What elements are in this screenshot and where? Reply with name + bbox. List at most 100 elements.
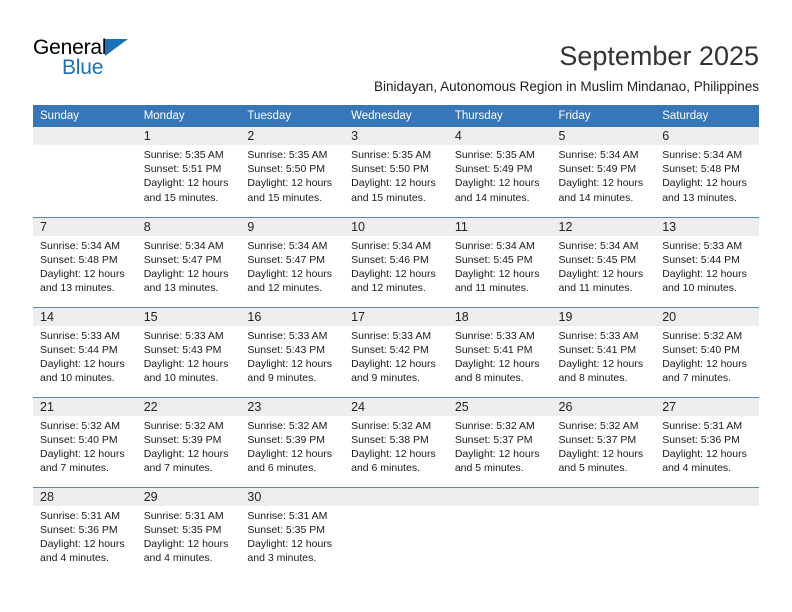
sunrise-text: Sunrise: 5:34 AM <box>558 239 639 252</box>
calendar-day-cell[interactable]: 22 Sunrise: 5:32 AM Sunset: 5:39 PM Dayligh… <box>136 396 241 487</box>
calendar-day-cell[interactable]: 16 Sunrise: 5:33 AM Sunset: 5:43 PM Dayligh… <box>240 306 345 397</box>
day-number <box>655 487 759 506</box>
sunset-text: Sunset: 5:45 PM <box>454 253 533 266</box>
daylight-text-line1: Daylight: 12 hours <box>247 267 333 280</box>
calendar-day-cell[interactable]: 27 Sunrise: 5:31 AM Sunset: 5:36 PM Dayligh… <box>655 396 759 487</box>
calendar-day: 3 Sunrise: 5:35 AM Sunset: 5:50 PM Daylight… <box>344 127 448 216</box>
sunset-text: Sunset: 5:46 PM <box>351 253 429 266</box>
daylight-text-line2: and 14 minutes. <box>454 191 530 204</box>
day-number: 19 <box>551 307 656 326</box>
sunrise-text: Sunrise: 5:31 AM <box>40 509 120 522</box>
daylight-text-line2: and 13 minutes. <box>40 282 115 295</box>
calendar-day-cell[interactable] <box>344 486 448 577</box>
calendar-day-cell[interactable]: 24 Sunrise: 5:32 AM Sunset: 5:38 PM Dayligh… <box>344 396 448 487</box>
sunset-text: Sunset: 5:50 PM <box>247 163 326 176</box>
daylight-text-line2: and 6 minutes. <box>247 462 317 475</box>
calendar-day-cell[interactable]: 10 Sunrise: 5:34 AM Sunset: 5:46 PM Dayligh… <box>344 216 448 307</box>
daylight-text-line2: and 10 minutes. <box>143 372 219 385</box>
daylight-text-line2: and 4 minutes. <box>662 462 732 475</box>
weekday-header-sunday: Sunday <box>33 105 137 127</box>
daylight-text-line1: Daylight: 12 hours <box>454 447 540 460</box>
sunrise-text: Sunrise: 5:32 AM <box>351 419 432 432</box>
calendar-day-empty <box>344 487 448 577</box>
calendar-day-cell[interactable]: 25 Sunrise: 5:32 AM Sunset: 5:37 PM Dayligh… <box>447 396 552 487</box>
calendar-day: 29 Sunrise: 5:31 AM Sunset: 5:35 PM Dayligh… <box>136 487 241 577</box>
calendar-day-cell[interactable]: 4 Sunrise: 5:35 AM Sunset: 5:49 PM Daylight… <box>447 127 552 217</box>
day-details: Sunrise: 5:34 AM Sunset: 5:48 PM Daylight:… <box>33 236 137 296</box>
calendar-day-cell[interactable]: 28 Sunrise: 5:31 AM Sunset: 5:36 PM Dayligh… <box>33 486 137 577</box>
calendar-day-cell[interactable]: 19 Sunrise: 5:33 AM Sunset: 5:41 PM Dayligh… <box>551 306 656 397</box>
calendar-day-cell[interactable]: 2 Sunrise: 5:35 AM Sunset: 5:50 PM Daylight… <box>240 127 345 217</box>
day-number: 17 <box>344 307 448 326</box>
day-number: 16 <box>240 307 345 326</box>
calendar-day-cell[interactable]: 26 Sunrise: 5:32 AM Sunset: 5:37 PM Dayligh… <box>551 396 656 487</box>
sunset-text: Sunset: 5:40 PM <box>662 343 740 356</box>
calendar-day-cell[interactable]: 29 Sunrise: 5:31 AM Sunset: 5:35 PM Dayligh… <box>136 486 241 577</box>
day-details: Sunrise: 5:33 AM Sunset: 5:41 PM Daylight:… <box>552 326 656 386</box>
calendar-day-cell[interactable]: 1 Sunrise: 5:35 AM Sunset: 5:51 PM Daylight… <box>136 127 241 217</box>
calendar-day-cell[interactable]: 3 Sunrise: 5:35 AM Sunset: 5:50 PM Daylight… <box>344 127 448 217</box>
day-number: 21 <box>33 397 137 416</box>
calendar-day-cell[interactable]: 8 Sunrise: 5:34 AM Sunset: 5:47 PM Daylight… <box>136 216 241 307</box>
calendar-day-cell[interactable]: 12 Sunrise: 5:34 AM Sunset: 5:45 PM Dayligh… <box>551 216 656 307</box>
day-number: 5 <box>551 127 656 145</box>
sunrise-text: Sunrise: 5:35 AM <box>454 149 535 161</box>
sunrise-text: Sunrise: 5:32 AM <box>247 419 328 432</box>
calendar-day-cell[interactable] <box>447 486 552 577</box>
calendar-day-cell[interactable]: 6 Sunrise: 5:34 AM Sunset: 5:48 PM Daylight… <box>655 127 759 217</box>
calendar-day-cell[interactable]: 5 Sunrise: 5:34 AM Sunset: 5:49 PM Daylight… <box>551 127 656 217</box>
sunset-text: Sunset: 5:42 PM <box>351 343 429 356</box>
weekday-header-wednesday: Wednesday <box>344 105 448 127</box>
sunrise-text: Sunrise: 5:31 AM <box>662 419 743 432</box>
calendar-day-empty <box>33 127 137 216</box>
daylight-text-line1: Daylight: 12 hours <box>40 537 125 550</box>
day-details: Sunrise: 5:34 AM Sunset: 5:47 PM Daylight:… <box>137 236 241 296</box>
page-title: September 2025 <box>559 41 759 71</box>
calendar-day: 2 Sunrise: 5:35 AM Sunset: 5:50 PM Daylight… <box>240 127 345 216</box>
calendar-day-cell[interactable]: 9 Sunrise: 5:34 AM Sunset: 5:47 PM Daylight… <box>240 216 345 307</box>
sunset-text: Sunset: 5:36 PM <box>40 523 118 536</box>
daylight-text-line2: and 6 minutes. <box>351 462 420 475</box>
calendar-day-cell[interactable] <box>551 486 656 577</box>
calendar-day-cell[interactable]: 17 Sunrise: 5:33 AM Sunset: 5:42 PM Dayligh… <box>344 306 448 397</box>
calendar-day-cell[interactable]: 14 Sunrise: 5:33 AM Sunset: 5:44 PM Dayligh… <box>33 306 137 397</box>
calendar-day-cell[interactable] <box>655 486 759 577</box>
daylight-text-line1: Daylight: 12 hours <box>558 447 644 460</box>
logo-text-blue: Blue <box>62 56 104 79</box>
calendar-day-cell[interactable] <box>33 127 137 217</box>
day-number: 15 <box>136 307 241 326</box>
daylight-text-line1: Daylight: 12 hours <box>558 177 644 190</box>
calendar-day-cell[interactable]: 18 Sunrise: 5:33 AM Sunset: 5:41 PM Dayligh… <box>447 306 552 397</box>
sunset-text: Sunset: 5:48 PM <box>662 163 740 176</box>
daylight-text-line1: Daylight: 12 hours <box>351 447 436 460</box>
calendar-body: 1 Sunrise: 5:35 AM Sunset: 5:51 PM Daylight… <box>33 127 759 577</box>
sunset-text: Sunset: 5:44 PM <box>662 253 740 266</box>
daylight-text-line1: Daylight: 12 hours <box>247 537 333 550</box>
calendar-day-cell[interactable]: 13 Sunrise: 5:33 AM Sunset: 5:44 PM Dayligh… <box>655 216 759 307</box>
calendar-day-cell[interactable]: 23 Sunrise: 5:32 AM Sunset: 5:39 PM Dayligh… <box>240 396 345 487</box>
day-details: Sunrise: 5:32 AM Sunset: 5:39 PM Daylight:… <box>137 416 241 476</box>
sunrise-text: Sunrise: 5:33 AM <box>558 329 639 342</box>
weekday-header-monday: Monday <box>136 105 241 127</box>
daylight-text-line2: and 7 minutes. <box>662 372 732 385</box>
sunrise-text: Sunrise: 5:33 AM <box>351 329 432 342</box>
day-number: 25 <box>447 397 552 416</box>
daylight-text-line1: Daylight: 12 hours <box>40 447 125 460</box>
sunset-text: Sunset: 5:35 PM <box>247 523 326 536</box>
daylight-text-line2: and 5 minutes. <box>454 462 524 475</box>
calendar-day-cell[interactable]: 7 Sunrise: 5:34 AM Sunset: 5:48 PM Daylight… <box>33 216 137 307</box>
day-number: 18 <box>447 307 552 326</box>
calendar-day-cell[interactable]: 15 Sunrise: 5:33 AM Sunset: 5:43 PM Dayligh… <box>136 306 241 397</box>
calendar-day-cell[interactable]: 21 Sunrise: 5:32 AM Sunset: 5:40 PM Dayligh… <box>33 396 137 487</box>
calendar-day-cell[interactable]: 20 Sunrise: 5:32 AM Sunset: 5:40 PM Dayligh… <box>655 306 759 397</box>
weekday-header-row: Sunday Monday Tuesday Wednesday Thursday… <box>33 105 759 127</box>
calendar-day-empty <box>655 487 759 577</box>
sunrise-text: Sunrise: 5:33 AM <box>143 329 224 342</box>
calendar-day-cell[interactable]: 11 Sunrise: 5:34 AM Sunset: 5:45 PM Dayligh… <box>447 216 552 307</box>
daylight-text-line2: and 7 minutes. <box>143 462 213 475</box>
sunrise-text: Sunrise: 5:32 AM <box>143 419 224 432</box>
sunrise-text: Sunrise: 5:32 AM <box>558 419 639 432</box>
calendar-day-cell[interactable]: 30 Sunrise: 5:31 AM Sunset: 5:35 PM Dayligh… <box>240 486 345 577</box>
day-number: 7 <box>33 217 137 236</box>
sunset-text: Sunset: 5:48 PM <box>40 253 118 266</box>
